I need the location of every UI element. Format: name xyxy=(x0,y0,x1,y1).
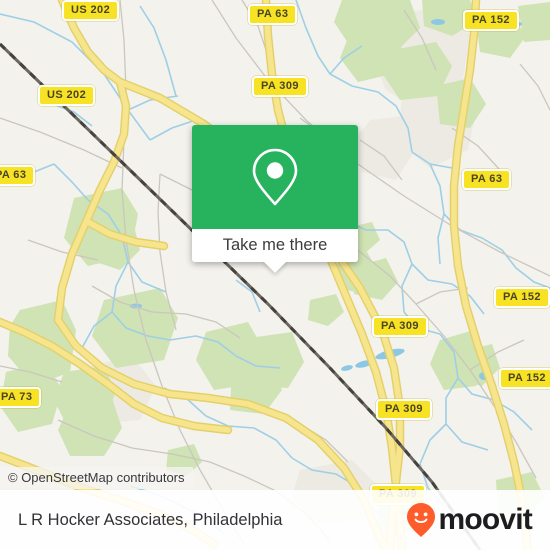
road-shield[interactable]: PA 152 xyxy=(463,10,519,31)
osm-attribution[interactable]: © OpenStreetMap contributors xyxy=(0,467,193,489)
road-shield[interactable]: PA 63 xyxy=(248,4,298,25)
popup-green-panel xyxy=(192,125,358,229)
road-shield[interactable]: PA 63 xyxy=(462,169,512,190)
road-shield[interactable]: PA 309 xyxy=(372,316,428,337)
place-title: L R Hocker Associates, Philadelphia xyxy=(18,510,283,529)
moovit-wordmark: moovit xyxy=(438,503,532,536)
road-shield[interactable]: PA 63 xyxy=(0,165,36,186)
footer-bar: L R Hocker Associates, Philadelphia moov… xyxy=(0,490,550,550)
moovit-logo[interactable]: moovit xyxy=(406,502,533,538)
road-shield[interactable]: PA 73 xyxy=(0,387,42,408)
popup-action-label[interactable]: Take me there xyxy=(192,229,358,262)
map-pin-icon xyxy=(252,148,298,206)
road-shield[interactable]: US 202 xyxy=(62,0,120,21)
road-shield[interactable]: PA 309 xyxy=(376,399,432,420)
popup-tail xyxy=(263,261,287,273)
moovit-smiley-pin-icon xyxy=(407,503,436,537)
road-shield[interactable]: PA 152 xyxy=(499,368,550,389)
take-me-there-popup[interactable]: Take me there xyxy=(192,125,358,273)
map-screen: US 202 PA 63 PA 152 US 202 PA 309 PA 63 … xyxy=(0,0,550,550)
road-shield[interactable]: PA 152 xyxy=(494,287,550,308)
road-shield[interactable]: PA 309 xyxy=(252,76,308,97)
road-shield[interactable]: US 202 xyxy=(38,85,96,106)
